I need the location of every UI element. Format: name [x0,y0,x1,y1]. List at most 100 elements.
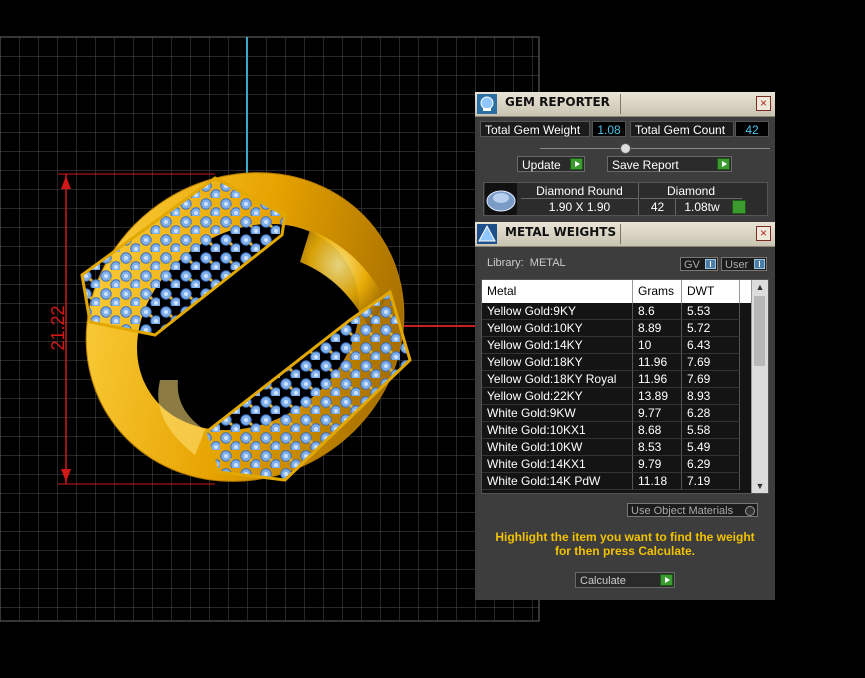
table-row[interactable]: White Gold:10KX1 8.68 5.58 [482,422,752,439]
play-icon [717,158,730,170]
gem-reporter-icon [477,94,497,114]
table-row[interactable]: Yellow Gold:18KY 11.96 7.69 [482,354,752,371]
title-separator [620,224,621,244]
use-object-materials-toggle[interactable]: Use Object Materials [627,503,758,517]
play-icon [660,574,673,586]
slider-handle[interactable] [620,143,631,154]
radio-icon [745,506,755,516]
cell-dwt: 5.49 [682,439,740,456]
cell-dwt: 8.93 [682,388,740,405]
table-row[interactable]: Yellow Gold:14KY 10 6.43 [482,337,752,354]
gem-slider[interactable] [540,143,770,154]
cell-grams: 8.68 [633,422,682,439]
cell-metal: White Gold:10KX1 [482,422,633,439]
gem-reporter-title: GEM REPORTER [505,95,610,109]
play-icon [570,158,583,170]
total-gem-count-value: 42 [735,121,769,137]
scroll-down-icon[interactable]: ▼ [752,479,768,493]
column-header-metal[interactable]: Metal [482,280,633,303]
column-header-dwt[interactable]: DWT [682,280,740,303]
gem-reporter-titlebar[interactable]: GEM REPORTER × [475,92,775,117]
save-report-button-label: Save Report [612,158,679,172]
cell-metal: Yellow Gold:10KY [482,320,633,337]
cell-grams: 9.79 [633,456,682,473]
cell-grams: 8.6 [633,303,682,320]
gem-type: Diamond [640,183,742,199]
dimension-label: 21.22 [48,305,68,350]
user-toggle[interactable]: User [721,257,767,271]
cell-dwt: 7.19 [682,473,740,490]
save-report-button[interactable]: Save Report [607,156,732,172]
title-separator [620,94,621,114]
close-icon[interactable]: × [756,226,771,241]
cell-grams: 11.18 [633,473,682,490]
total-gem-count-label: Total Gem Count [630,121,734,137]
cell-metal: White Gold:10KW [482,439,633,456]
scroll-up-icon[interactable]: ▲ [752,280,768,294]
cell-metal: Yellow Gold:9KY [482,303,633,320]
gem-shape: Diamond Round [521,183,639,199]
cell-grams: 8.53 [633,439,682,456]
metal-table-header: Metal Grams DWT [482,280,752,303]
instruction-text: Highlight the item you want to find the … [495,530,755,558]
gem-count: 42 [640,199,676,215]
table-row[interactable]: Yellow Gold:10KY 8.89 5.72 [482,320,752,337]
total-gem-weight-label: Total Gem Weight [480,121,590,137]
update-button-label: Update [522,158,561,172]
metal-weights-panel: METAL WEIGHTS × Library: METAL GV User M… [475,222,775,600]
cell-metal: White Gold:9KW [482,405,633,422]
diamond-round-icon [485,183,517,215]
cell-dwt: 6.43 [682,337,740,354]
metal-weights-icon [477,224,497,244]
cell-metal: White Gold:14K PdW [482,473,633,490]
calculate-button-label: Calculate [580,575,626,587]
toggle-icon [705,259,716,269]
gem-reporter-panel: GEM REPORTER × Total Gem Weight 1.08 Tot… [475,92,775,222]
cell-grams: 11.96 [633,354,682,371]
update-button[interactable]: Update [517,156,585,172]
total-gem-weight-value: 1.08 [592,121,626,137]
cell-metal: White Gold:14KX1 [482,456,633,473]
table-row[interactable]: Yellow Gold:9KY 8.6 5.53 [482,303,752,320]
gem-details-button[interactable] [732,200,746,214]
cell-dwt: 7.69 [682,354,740,371]
metal-table[interactable]: Metal Grams DWT Yellow Gold:9KY 8.6 5.53 Ye… [481,279,769,494]
cell-grams: 13.89 [633,388,682,405]
table-row[interactable]: White Gold:9KW 9.77 6.28 [482,405,752,422]
gem-weight: 1.08tw [684,200,720,214]
cell-dwt: 5.58 [682,422,740,439]
table-row[interactable]: White Gold:14KX1 9.79 6.29 [482,456,752,473]
table-row[interactable]: Yellow Gold:18KY Royal 11.96 7.69 [482,371,752,388]
column-header-grams[interactable]: Grams [633,280,682,303]
cell-dwt: 5.53 [682,303,740,320]
cell-grams: 8.89 [633,320,682,337]
cell-dwt: 5.72 [682,320,740,337]
user-toggle-label: User [725,259,749,271]
table-row[interactable]: White Gold:10KW 8.53 5.49 [482,439,752,456]
gem-size: 1.90 X 1.90 [521,199,639,215]
cell-metal: Yellow Gold:18KY [482,354,633,371]
cell-dwt: 6.28 [682,405,740,422]
cell-dwt: 6.29 [682,456,740,473]
cell-metal: Yellow Gold:22KY [482,388,633,405]
cell-grams: 9.77 [633,405,682,422]
cell-dwt: 7.69 [682,371,740,388]
close-icon[interactable]: × [756,96,771,111]
table-row[interactable]: Yellow Gold:22KY 13.89 8.93 [482,388,752,405]
toggle-icon [754,259,765,269]
table-row[interactable]: White Gold:14K PdW 11.18 7.19 [482,473,752,490]
metal-weights-title: METAL WEIGHTS [505,225,617,239]
metal-weights-titlebar[interactable]: METAL WEIGHTS × [475,222,775,247]
cell-metal: Yellow Gold:14KY [482,337,633,354]
cell-grams: 11.96 [633,371,682,388]
metal-table-scrollbar[interactable]: ▲ ▼ [751,280,768,493]
gv-toggle-label: GV [684,259,700,271]
gem-summary-row[interactable]: Diamond Round Diamond 1.90 X 1.90 42 1.0… [483,182,768,216]
gv-toggle[interactable]: GV [680,257,718,271]
use-object-materials-label: Use Object Materials [631,505,734,517]
calculate-button[interactable]: Calculate [575,572,675,588]
cell-metal: Yellow Gold:18KY Royal [482,371,633,388]
library-label: Library: METAL [487,257,566,269]
cell-grams: 10 [633,337,682,354]
scrollbar-thumb[interactable] [754,296,765,366]
